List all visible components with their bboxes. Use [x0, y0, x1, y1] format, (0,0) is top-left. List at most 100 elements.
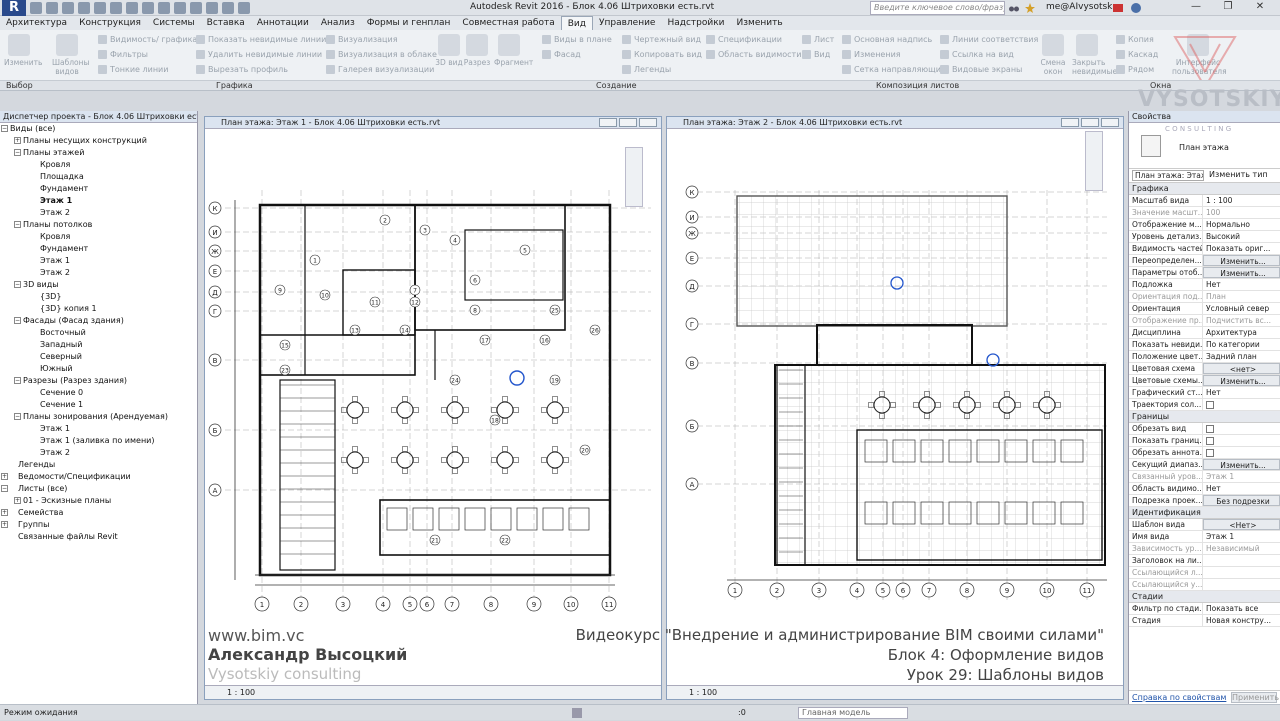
tree-item[interactable]: Фасады (Фасад здания)	[23, 315, 124, 327]
view-minimize-button[interactable]	[1061, 118, 1079, 127]
save-icon[interactable]	[46, 2, 58, 14]
thin-lines-icon[interactable]	[206, 2, 218, 14]
tree-item[interactable]: Сечение 1	[40, 399, 83, 411]
tab-analyze[interactable]: Анализ	[315, 16, 361, 30]
property-value[interactable]: Без подрезки	[1203, 495, 1280, 506]
view-close-button[interactable]	[1101, 118, 1119, 127]
revit-logo-icon[interactable]: R	[2, 0, 26, 16]
navigation-bar[interactable]	[1085, 131, 1103, 191]
render-gallery-button[interactable]: Галерея визуализации	[326, 65, 434, 74]
maximize-button[interactable]: ❐	[1212, 0, 1244, 14]
tree-item[interactable]: Разрезы (Разрез здания)	[23, 375, 127, 387]
tree-toggle[interactable]: +	[14, 137, 21, 144]
callout-button[interactable]: Фрагмент	[494, 34, 533, 67]
user-account[interactable]: me@AIvysotsk...	[1046, 2, 1121, 12]
design-options-select[interactable]: Главная модель	[798, 707, 908, 719]
property-value[interactable]	[1203, 555, 1280, 566]
type-selector[interactable]: План этажа	[1129, 123, 1280, 169]
tree-item[interactable]: Группы	[18, 519, 49, 531]
help-icon[interactable]	[1130, 2, 1142, 14]
thin-lines-button[interactable]: Тонкие линии	[98, 65, 168, 74]
property-value[interactable]: Этаж 1	[1203, 531, 1280, 542]
tab-view[interactable]: Вид	[560, 16, 593, 30]
panel-select[interactable]: Выбор	[6, 81, 33, 91]
tree-toggle[interactable]: −	[1, 125, 8, 132]
property-group[interactable]: Стадии	[1129, 591, 1280, 603]
view-window-floor-1[interactable]: План этажа: Этаж 1 - Блок 4.06 Штриховки…	[204, 116, 662, 700]
properties-help-link[interactable]: Справка по свойствам	[1132, 691, 1226, 705]
tree-toggle[interactable]: −	[14, 149, 21, 156]
tree-item[interactable]: Связанные файлы Revit	[18, 531, 118, 543]
view-restore-button[interactable]	[619, 118, 637, 127]
redo-icon[interactable]	[78, 2, 90, 14]
elevation-button[interactable]: Фасад	[542, 50, 581, 59]
tree-item[interactable]: Сечение 0	[40, 387, 83, 399]
tree-toggle[interactable]: −	[14, 413, 21, 420]
tree-toggle[interactable]: +	[14, 497, 21, 504]
tree-item[interactable]: Северный	[40, 351, 82, 363]
property-value[interactable]: Нормально	[1203, 219, 1280, 230]
property-value[interactable]: <Нет>	[1203, 519, 1280, 530]
view-scale[interactable]: 1 : 100	[227, 688, 255, 697]
property-value[interactable]: 100	[1203, 207, 1280, 218]
dimension-icon[interactable]	[126, 2, 138, 14]
property-group[interactable]: Идентификация	[1129, 507, 1280, 519]
view-window-floor-2[interactable]: План этажа: Этаж 2 - Блок 4.06 Штриховки…	[666, 116, 1124, 700]
section-icon[interactable]	[190, 2, 202, 14]
tree-item[interactable]: Легенды	[18, 459, 55, 471]
property-value[interactable]	[1203, 435, 1280, 446]
tree-toggle[interactable]: −	[14, 317, 21, 324]
tag-icon[interactable]	[142, 2, 154, 14]
exchange-icon[interactable]	[1112, 2, 1124, 14]
property-value[interactable]	[1203, 579, 1280, 590]
property-group[interactable]: Графика	[1129, 183, 1280, 195]
view-restore-button[interactable]	[1081, 118, 1099, 127]
tree-item[interactable]: 01 - Эскизные планы	[23, 495, 111, 507]
star-icon[interactable]	[1024, 2, 1036, 14]
tree-item[interactable]: Фундамент	[40, 243, 88, 255]
property-value[interactable]	[1203, 447, 1280, 458]
tree-item[interactable]: Кровля	[40, 159, 70, 171]
minimize-button[interactable]: —	[1180, 0, 1212, 14]
tree-toggle[interactable]: −	[14, 377, 21, 384]
property-value[interactable]: Нет	[1203, 279, 1280, 290]
tree-item[interactable]: Планы потолков	[23, 219, 92, 231]
tree-toggle[interactable]: +	[1, 473, 8, 480]
cloud-render-button[interactable]: Визуализация в облаке	[326, 50, 437, 59]
tree-item[interactable]: Семейства	[18, 507, 63, 519]
switch-windows-icon[interactable]	[238, 2, 250, 14]
duplicate-view-button[interactable]: Копировать вид	[622, 50, 702, 59]
checkbox[interactable]	[1206, 425, 1214, 433]
property-value[interactable]: Новая констру...	[1203, 615, 1280, 626]
matchline-button[interactable]: Линии соответствия	[940, 35, 1038, 44]
tab-manage[interactable]: Управление	[593, 16, 661, 30]
property-value[interactable]: <нет>	[1203, 363, 1280, 374]
property-value[interactable]: Задний план	[1203, 351, 1280, 362]
tab-collaborate[interactable]: Совместная работа	[456, 16, 560, 30]
3d-view-icon[interactable]	[174, 2, 186, 14]
modify-button[interactable]: Изменить	[4, 34, 42, 67]
tree-item[interactable]: Виды (все)	[10, 123, 55, 135]
tree-item[interactable]: 3D виды	[23, 279, 59, 291]
tree-item[interactable]: Западный	[40, 339, 82, 351]
tab-modify[interactable]: Изменить	[731, 16, 789, 30]
tree-item[interactable]: Фундамент	[40, 183, 88, 195]
text-icon[interactable]	[158, 2, 170, 14]
tree-item[interactable]: Планы этажей	[23, 147, 84, 159]
search-input[interactable]: Введите ключевое слово/фразу	[870, 1, 1005, 15]
property-value[interactable]: Показать ориг...	[1203, 243, 1280, 254]
tab-structure[interactable]: Конструкция	[73, 16, 147, 30]
tree-toggle[interactable]: +	[1, 509, 8, 516]
undo-icon[interactable]	[62, 2, 74, 14]
property-value[interactable]: Изменить...	[1203, 375, 1280, 386]
property-value[interactable]: Изменить...	[1203, 267, 1280, 278]
print-icon[interactable]	[94, 2, 106, 14]
property-group[interactable]: Границы	[1129, 411, 1280, 423]
property-value[interactable]	[1203, 399, 1280, 410]
tree-item[interactable]: Листы (все)	[18, 483, 67, 495]
property-value[interactable]: Высокий	[1203, 231, 1280, 242]
section-button[interactable]: Разрез	[462, 34, 492, 67]
show-hidden-lines-button[interactable]: Показать невидимые линии	[196, 35, 326, 44]
close-hidden-button[interactable]: Закрыть невидимые	[1072, 34, 1117, 76]
tree-item[interactable]: Восточный	[40, 327, 86, 339]
